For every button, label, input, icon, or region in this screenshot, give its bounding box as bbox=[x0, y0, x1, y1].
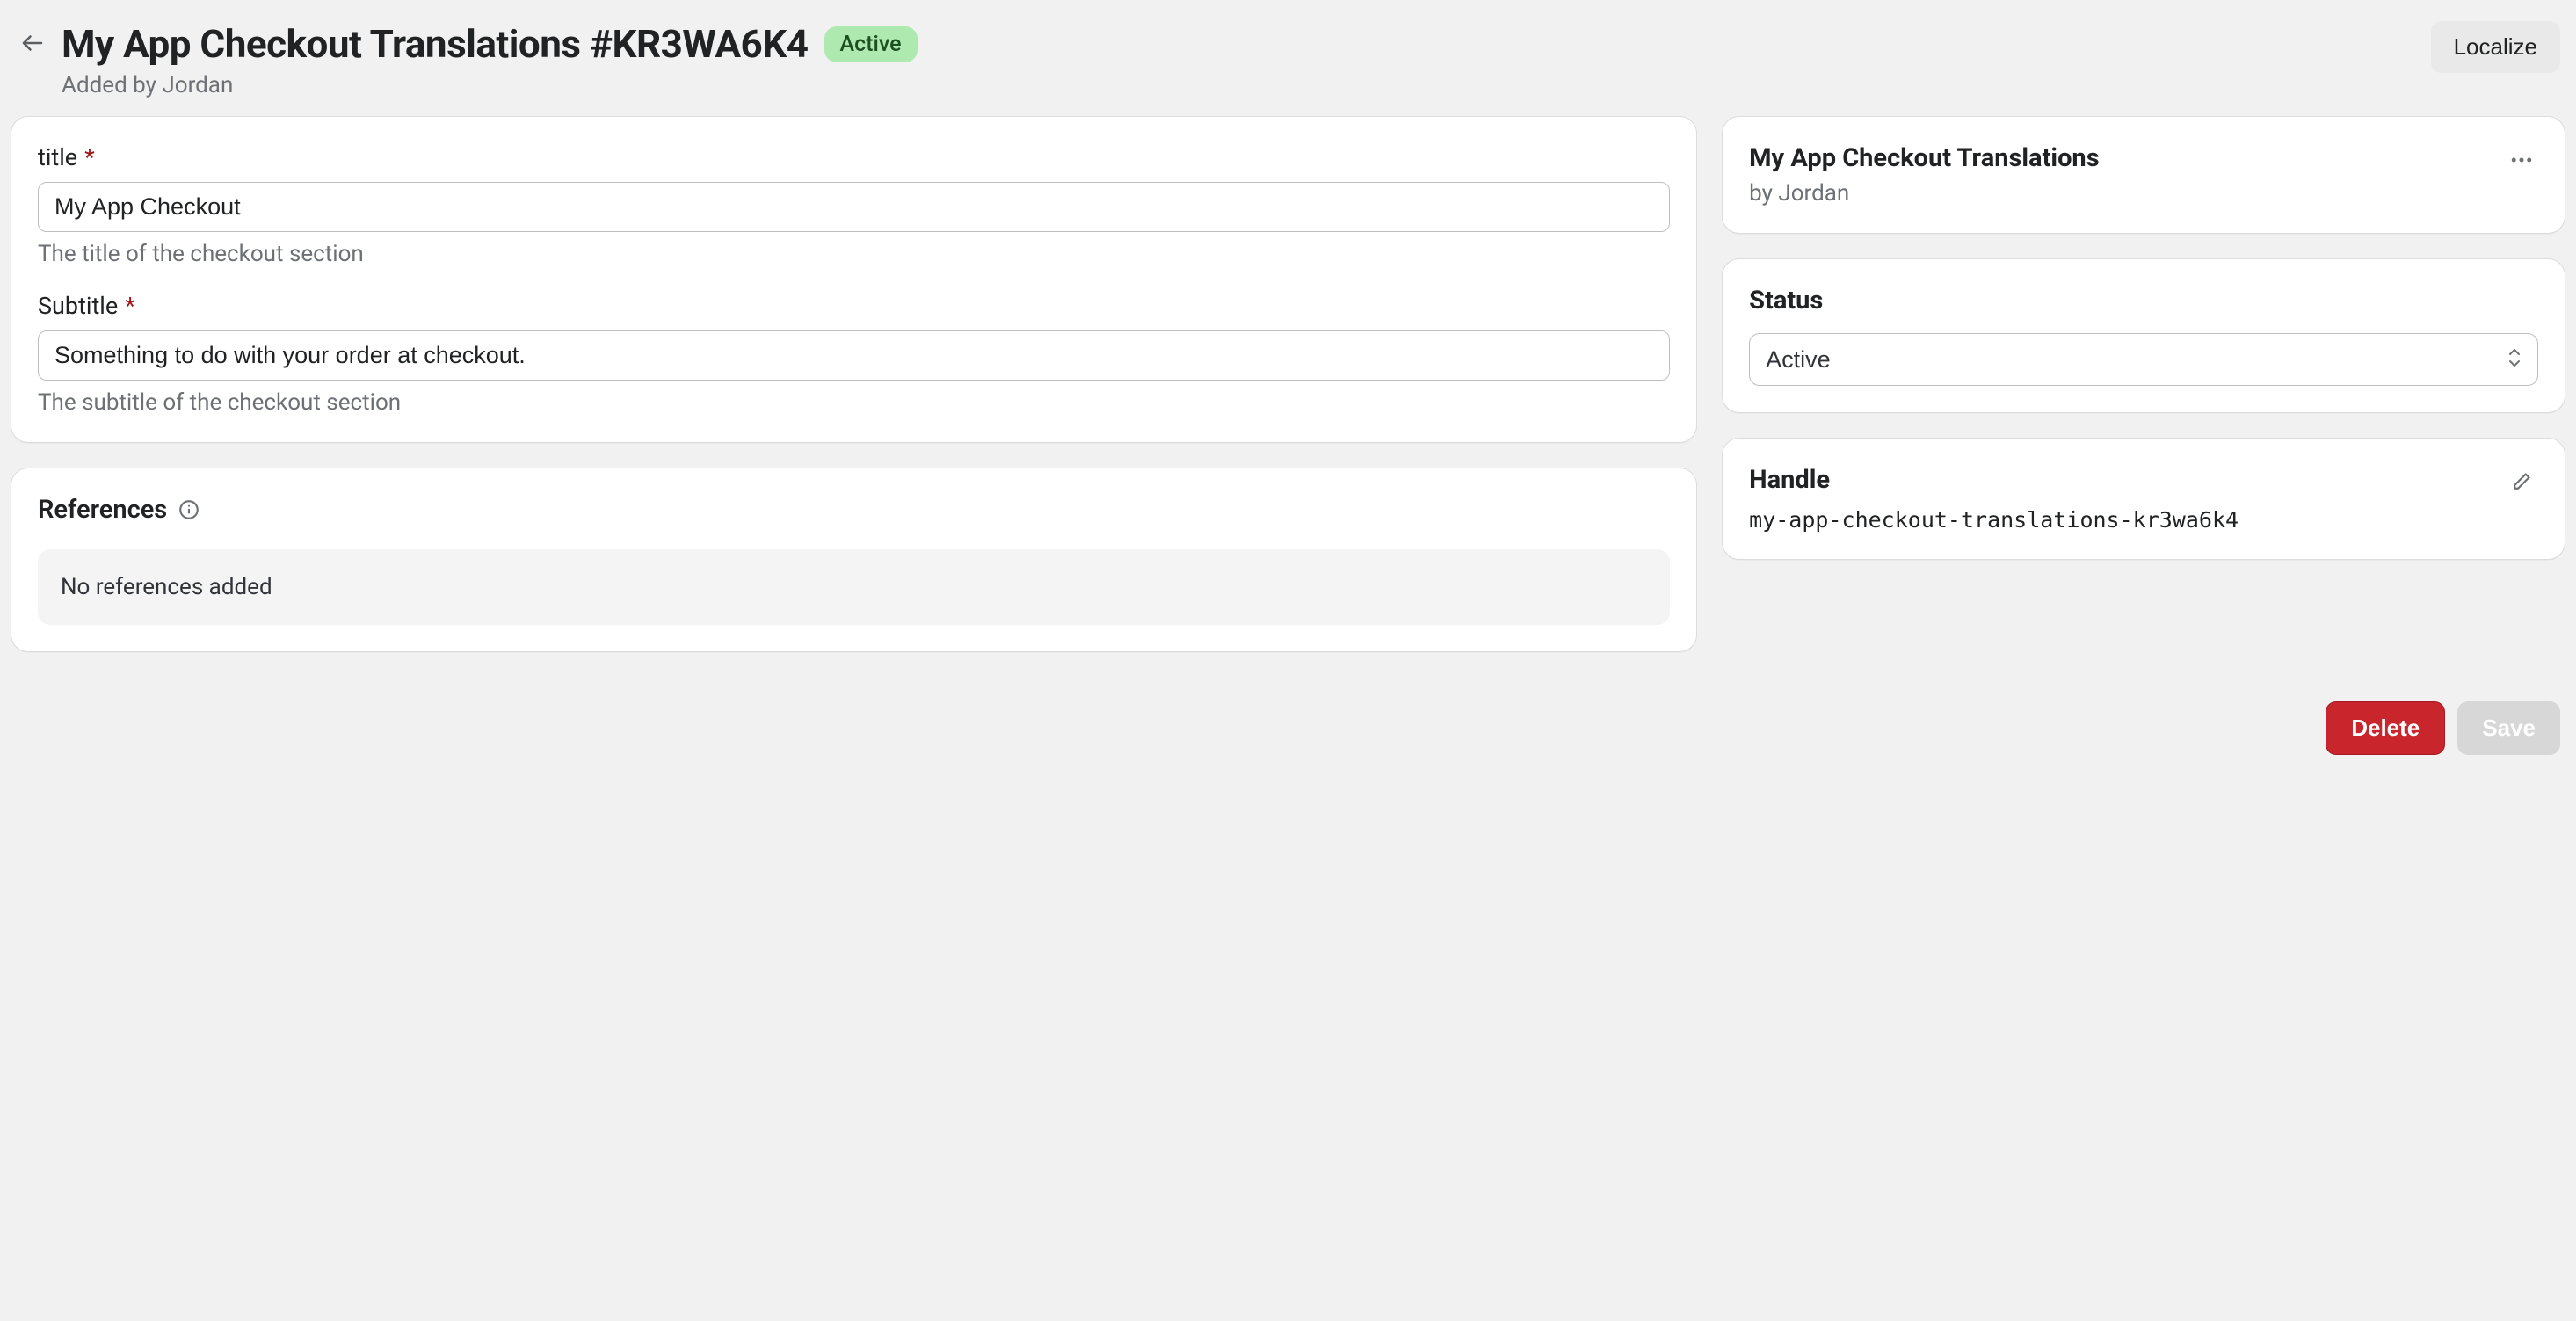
summary-card: My App Checkout Translations by Jordan bbox=[1722, 116, 2565, 234]
subtitle-help: The subtitle of the checkout section bbox=[38, 389, 1670, 416]
summary-title: My App Checkout Translations bbox=[1749, 143, 2099, 173]
handle-card: Handle my-app-checkout-translations-kr3w… bbox=[1722, 438, 2565, 560]
content-row: title* The title of the checkout section… bbox=[11, 116, 2565, 652]
references-heading-text: References bbox=[38, 495, 167, 525]
title-row: My App Checkout Translations #KR3WA6K4 A… bbox=[62, 21, 918, 67]
page-header: My App Checkout Translations #KR3WA6K4 A… bbox=[11, 14, 2565, 116]
references-card: References No references added bbox=[11, 468, 1697, 652]
summary-byline: by Jordan bbox=[1749, 180, 2099, 207]
title-label-text: title bbox=[38, 143, 77, 171]
handle-header-row: Handle bbox=[1749, 465, 2538, 495]
save-button[interactable]: Save bbox=[2457, 701, 2560, 755]
status-select[interactable]: Active bbox=[1749, 333, 2538, 386]
title-field: title* The title of the checkout section bbox=[38, 143, 1670, 267]
subtitle-label: Subtitle* bbox=[38, 292, 1670, 320]
subtitle-input[interactable] bbox=[38, 330, 1670, 381]
page-subtitle: Added by Jordan bbox=[62, 72, 918, 98]
page-root: My App Checkout Translations #KR3WA6K4 A… bbox=[11, 14, 2565, 755]
header-left: My App Checkout Translations #KR3WA6K4 A… bbox=[16, 21, 918, 98]
references-heading: References bbox=[38, 495, 1670, 525]
summary-header: My App Checkout Translations by Jordan bbox=[1749, 143, 2538, 207]
localize-button[interactable]: Localize bbox=[2431, 21, 2560, 73]
more-actions-button[interactable] bbox=[2505, 143, 2538, 177]
title-label: title* bbox=[38, 143, 1670, 171]
arrow-left-icon bbox=[19, 30, 46, 56]
subtitle-field: Subtitle* The subtitle of the checkout s… bbox=[38, 292, 1670, 416]
fields-card: title* The title of the checkout section… bbox=[11, 116, 1697, 443]
required-marker: * bbox=[84, 143, 95, 171]
main-column: title* The title of the checkout section… bbox=[11, 116, 1697, 652]
edit-handle-button[interactable] bbox=[2508, 465, 2538, 495]
ellipsis-icon bbox=[2508, 147, 2535, 173]
status-card: Status Active bbox=[1722, 258, 2565, 413]
page-title: My App Checkout Translations #KR3WA6K4 bbox=[62, 21, 809, 67]
summary-texts: My App Checkout Translations by Jordan bbox=[1749, 143, 2099, 207]
references-empty: No references added bbox=[38, 549, 1670, 625]
status-badge: Active bbox=[824, 26, 918, 62]
handle-value: my-app-checkout-translations-kr3wa6k4 bbox=[1749, 507, 2538, 533]
delete-button[interactable]: Delete bbox=[2326, 701, 2445, 755]
status-select-wrap: Active bbox=[1749, 333, 2538, 386]
title-stack: My App Checkout Translations #KR3WA6K4 A… bbox=[62, 21, 918, 98]
title-help: The title of the checkout section bbox=[38, 241, 1670, 267]
subtitle-label-text: Subtitle bbox=[38, 292, 118, 320]
side-column: My App Checkout Translations by Jordan S… bbox=[1722, 116, 2565, 560]
status-heading: Status bbox=[1749, 286, 2538, 316]
required-marker: * bbox=[125, 292, 135, 320]
page-footer: Delete Save bbox=[11, 701, 2565, 755]
back-button[interactable] bbox=[16, 26, 49, 60]
pencil-icon bbox=[2512, 468, 2535, 491]
header-right: Localize bbox=[2431, 21, 2560, 73]
handle-heading: Handle bbox=[1749, 465, 1830, 495]
title-input[interactable] bbox=[38, 182, 1670, 232]
info-icon[interactable] bbox=[178, 498, 200, 521]
